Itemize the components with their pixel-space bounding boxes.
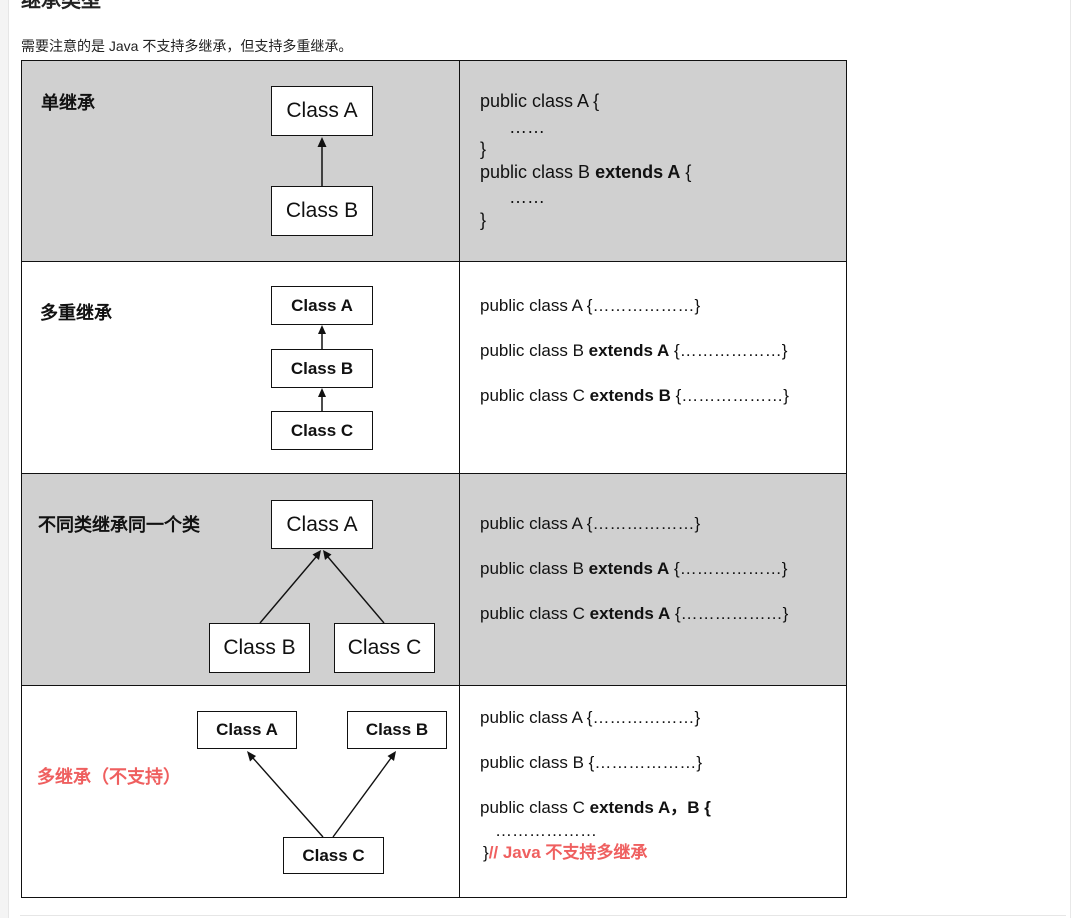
code-line: public class B extends A {………………}	[480, 559, 788, 578]
left-gutter	[0, 0, 9, 918]
inheritance-arrows	[247, 751, 396, 838]
code-line: public class B extends A {………………}	[480, 341, 788, 360]
inheritance-arrows	[259, 550, 385, 624]
code-line: public class B {………………}	[480, 753, 703, 772]
code-line: public class A {………………}	[480, 514, 701, 533]
row-single-inheritance: 单继承 Class A Class B public class A { …… …	[22, 61, 846, 262]
row-multiple-inheritance: 多继承（不支持） Class A Class B Class C public …	[22, 686, 846, 897]
inheritance-types-table: 单继承 Class A Class B public class A { …… …	[21, 60, 847, 898]
code-ellipsis: ……	[509, 117, 545, 137]
code-line: public class B extends A {	[480, 162, 692, 182]
row-hierarchical-inheritance: 不同类继承同一个类 Class A Class B Class C public…	[22, 474, 846, 686]
column-divider	[459, 262, 460, 473]
right-rule	[1070, 0, 1071, 918]
column-divider	[459, 686, 460, 897]
unsupported-comment: // Java 不支持多继承	[488, 843, 648, 862]
bottom-rule	[20, 915, 1066, 916]
code-brace: }	[480, 139, 487, 159]
intro-text: 需要注意的是 Java 不支持多继承，但支持多重继承。	[21, 38, 353, 54]
code-line: public class A {………………}	[480, 296, 701, 315]
column-divider	[459, 474, 460, 685]
code-brace: }	[480, 210, 487, 230]
code-line: public class C extends A，B {	[480, 798, 711, 817]
inheritance-arrows	[317, 137, 327, 186]
code-ellipsis: ……	[509, 187, 545, 207]
code-ellipsis: ………………	[495, 821, 597, 840]
section-heading: 继承类型	[21, 0, 101, 12]
column-divider	[459, 61, 460, 261]
code-line: public class C extends A {………………}	[480, 604, 789, 623]
row-multilevel-inheritance: 多重继承 Class A Class B Class C public clas…	[22, 262, 846, 474]
code-line: public class C extends B {………………}	[480, 386, 789, 405]
inheritance-arrows	[318, 325, 326, 411]
code-brace-comment: }// Java 不支持多继承	[483, 843, 648, 862]
code-line: public class A {	[480, 91, 600, 111]
code-line: public class A {………………}	[480, 708, 701, 727]
